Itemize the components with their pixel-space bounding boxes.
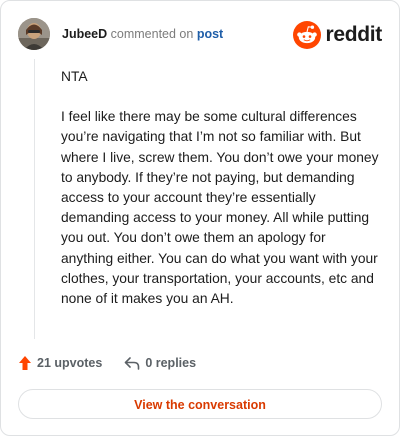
reddit-wordmark: reddit xyxy=(325,23,382,46)
username[interactable]: JubeeD xyxy=(62,27,107,41)
comment-header: JubeeD commented on post reddit xyxy=(18,18,382,52)
view-conversation-button[interactable]: View the conversation xyxy=(18,389,382,419)
comment-body: NTA I feel like there may be some cultur… xyxy=(61,67,379,329)
comment-embed-card: JubeeD commented on post reddit NTA I fe… xyxy=(0,0,400,436)
reddit-logo[interactable]: reddit xyxy=(293,20,382,50)
upvote-button[interactable]: 21 upvotes xyxy=(18,355,102,371)
reply-count: 0 replies xyxy=(145,356,197,370)
upvote-count: 21 upvotes xyxy=(37,356,103,370)
thread-line xyxy=(34,59,35,339)
replies-button[interactable]: 0 replies xyxy=(124,356,196,370)
comment-paragraph: NTA xyxy=(61,69,88,84)
comment-actions: 21 upvotes 0 replies xyxy=(18,353,196,373)
upvote-arrow-icon xyxy=(19,356,31,370)
commented-on-text: commented on xyxy=(110,27,194,41)
avatar[interactable] xyxy=(18,18,50,50)
comment-paragraph: I feel like there may be some cultural d… xyxy=(61,109,379,307)
post-link[interactable]: post xyxy=(197,27,223,41)
reply-arrow-icon xyxy=(125,357,140,370)
comment-byline: JubeeD commented on post xyxy=(62,27,223,42)
reddit-snoo-icon xyxy=(293,21,322,49)
